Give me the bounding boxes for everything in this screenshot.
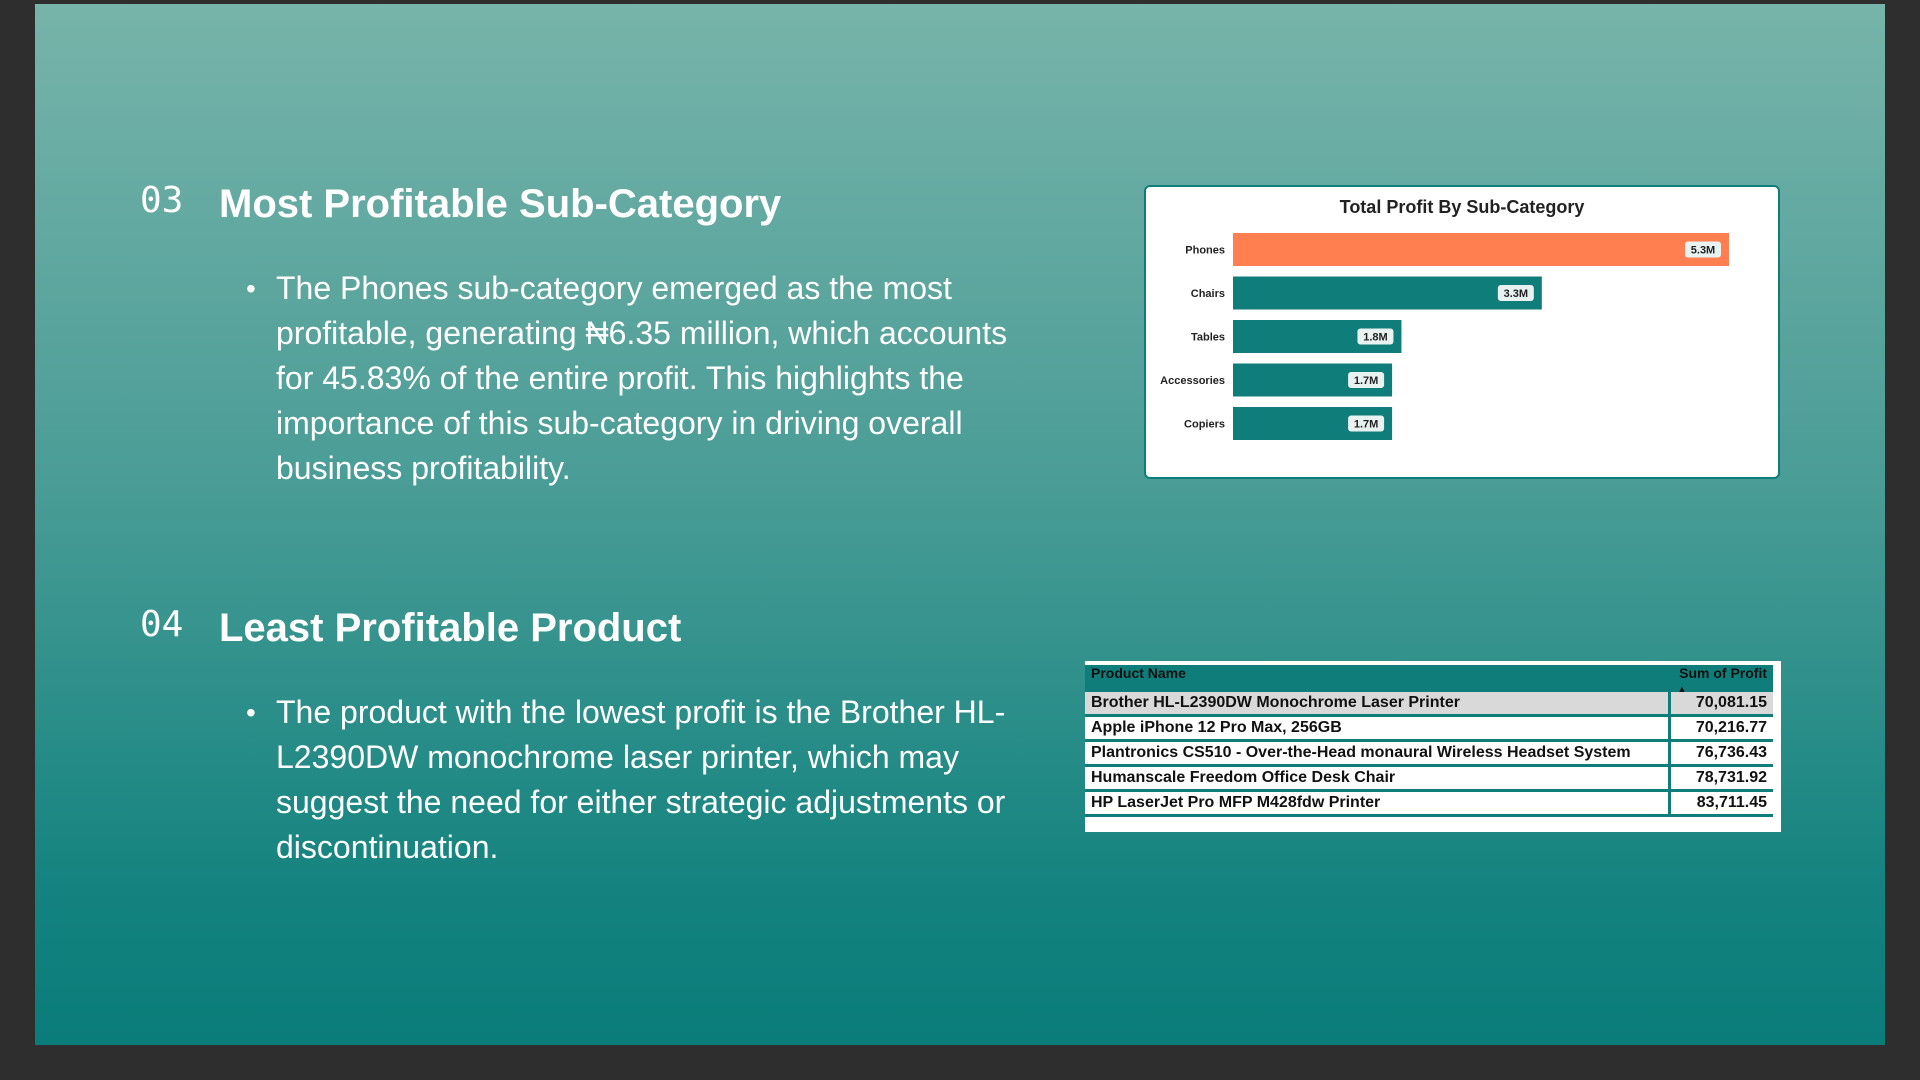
chart-plot: Phones 5.3M Chairs 3.3M Tables 1.8M Accessorie… bbox=[1160, 233, 1729, 440]
data-label-phones: 5.3M bbox=[1691, 245, 1715, 257]
section-number: 04 bbox=[140, 604, 184, 645]
product-name-cell: Plantronics CS510 - Over-the-Head monaur… bbox=[1085, 740, 1670, 767]
column-header-sum-of-profit[interactable]: Sum of Profit ▲ bbox=[1669, 665, 1773, 694]
section-title: Least Profitable Product bbox=[219, 606, 682, 650]
product-name-cell: Humanscale Freedom Office Desk Chair bbox=[1085, 765, 1670, 792]
data-label-accessories: 1.7M bbox=[1354, 375, 1378, 387]
table-row[interactable]: Apple iPhone 12 Pro Max, 256GB 70,216.77 bbox=[1085, 715, 1773, 742]
bullet-text: The product with the lowest profit is th… bbox=[246, 690, 1046, 870]
profit-cell: 78,731.92 bbox=[1668, 765, 1773, 792]
slide: 03 Most Profitable Sub-Category The Phon… bbox=[35, 4, 1885, 1045]
data-label-copiers: 1.7M bbox=[1354, 419, 1378, 431]
table-row[interactable]: HP LaserJet Pro MFP M428fdw Printer 83,7… bbox=[1085, 790, 1773, 817]
product-name-cell: HP LaserJet Pro MFP M428fdw Printer bbox=[1085, 790, 1670, 817]
profit-cell: 83,711.45 bbox=[1668, 790, 1773, 817]
bar-chairs[interactable] bbox=[1233, 276, 1542, 310]
bullet-text: The Phones sub-category emerged as the m… bbox=[246, 266, 1046, 491]
profit-cell: 76,736.43 bbox=[1668, 740, 1773, 767]
product-name-cell: Brother HL-L2390DW Monochrome Laser Prin… bbox=[1085, 692, 1670, 717]
category-label-chairs: Chairs bbox=[1191, 288, 1225, 300]
table-row[interactable]: Plantronics CS510 - Over-the-Head monaur… bbox=[1085, 740, 1773, 767]
category-label-accessories: Accessories bbox=[1160, 375, 1225, 387]
data-label-tables: 1.8M bbox=[1363, 332, 1387, 344]
least-profitable-products-table[interactable]: Product Name Sum of Profit ▲ Brother HL-… bbox=[1085, 661, 1781, 832]
profit-cell: 70,081.15 bbox=[1668, 692, 1773, 717]
sort-ascending-icon: ▲ bbox=[1677, 684, 1687, 694]
data-label-chairs: 3.3M bbox=[1504, 288, 1528, 300]
category-label-tables: Tables bbox=[1191, 332, 1225, 344]
column-header-label: Sum of Profit bbox=[1679, 665, 1767, 681]
section-number: 03 bbox=[140, 180, 184, 221]
profit-by-subcategory-chart[interactable]: Total Profit By Sub-Category Phones 5.3M C… bbox=[1144, 185, 1780, 479]
section-title: Most Profitable Sub-Category bbox=[219, 182, 782, 226]
category-label-copiers: Copiers bbox=[1184, 419, 1225, 431]
column-header-product-name[interactable]: Product Name bbox=[1085, 665, 1670, 692]
profit-cell: 70,216.77 bbox=[1668, 715, 1773, 742]
table-row[interactable]: Humanscale Freedom Office Desk Chair 78,… bbox=[1085, 765, 1773, 792]
product-name-cell: Apple iPhone 12 Pro Max, 256GB bbox=[1085, 715, 1670, 742]
bar-phones[interactable] bbox=[1233, 233, 1729, 266]
category-label-phones: Phones bbox=[1185, 245, 1225, 257]
table-row[interactable]: Brother HL-L2390DW Monochrome Laser Prin… bbox=[1085, 692, 1773, 717]
table-header-row: Product Name Sum of Profit ▲ bbox=[1085, 665, 1773, 694]
